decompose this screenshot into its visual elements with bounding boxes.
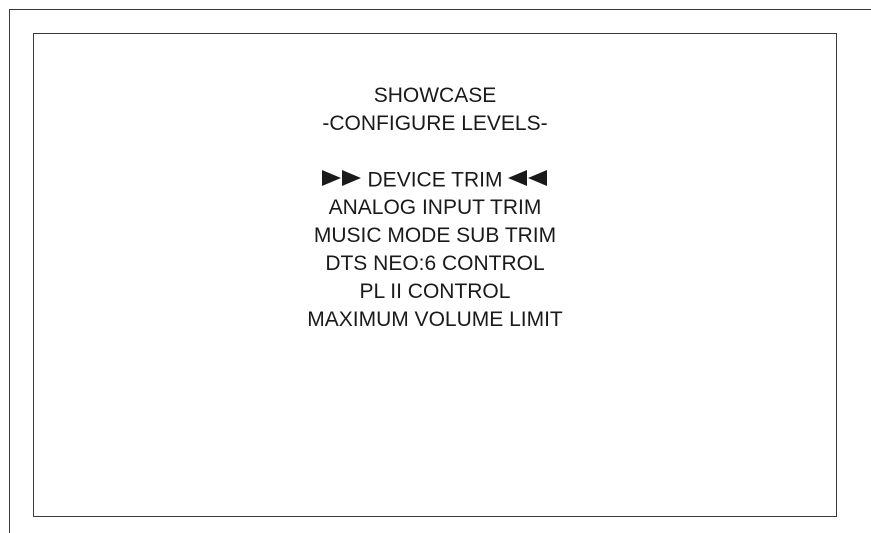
double-left-arrow-icon (508, 170, 548, 187)
configure-levels-menu: SHOWCASE -CONFIGURE LEVELS- DEVICE TRIM … (34, 82, 836, 334)
menu-item-dts-neo6-control[interactable]: DTS NEO:6 CONTROL (34, 250, 836, 278)
menu-item-maximum-volume-limit[interactable]: MAXIMUM VOLUME LIMIT (34, 306, 836, 334)
double-right-arrow-icon (321, 170, 362, 187)
menu-spacer (34, 138, 836, 166)
menu-item-analog-input-trim[interactable]: ANALOG INPUT TRIM (34, 194, 836, 222)
osd-screen: SHOWCASE -CONFIGURE LEVELS- DEVICE TRIM … (33, 33, 837, 517)
menu-subtitle: -CONFIGURE LEVELS- (322, 112, 548, 135)
menu-item-pl-ii-control[interactable]: PL II CONTROL (34, 278, 836, 306)
menu-item-label: DEVICE TRIM (367, 168, 503, 192)
menu-item-device-trim[interactable]: DEVICE TRIM (34, 166, 836, 194)
menu-title: SHOWCASE (373, 84, 497, 107)
menu-item-music-mode-sub-trim[interactable]: MUSIC MODE SUB TRIM (34, 222, 836, 250)
